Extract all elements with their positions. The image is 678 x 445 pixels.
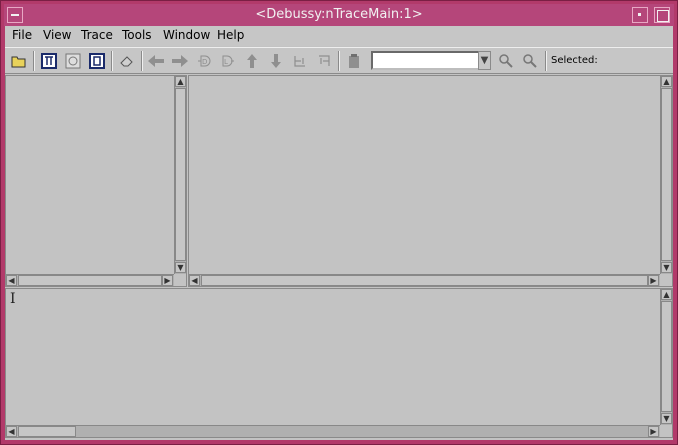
driver-icon: D (198, 55, 211, 67)
scroll-down-arrow-icon[interactable]: ▼ (661, 413, 672, 424)
toolbar-separator (338, 51, 340, 71)
selected-label: Selected: (551, 55, 598, 66)
toolbar-separator (111, 51, 113, 71)
scroll-left-arrow-icon[interactable]: ◀ (189, 275, 200, 286)
back-button[interactable] (146, 51, 166, 71)
scroll-thumb[interactable] (175, 88, 186, 261)
forward-button[interactable] (170, 51, 190, 71)
scroll-down-arrow-icon[interactable]: ▼ (661, 262, 672, 273)
trace-in-button[interactable] (290, 51, 310, 71)
scroll-thumb[interactable] (661, 88, 672, 261)
menu-bar: File View Trace Tools Window Help (5, 26, 673, 46)
hierarchy-pane[interactable]: ▲ ▼ ◀ ▶ (5, 75, 187, 287)
find-icon (499, 54, 513, 68)
application-window: <Debussy:nTraceMain:1> File View Trace T… (0, 0, 678, 445)
trace-out-icon (319, 55, 330, 66)
trace-out-button[interactable] (314, 51, 334, 71)
signal-vertical-scrollbar[interactable]: ▲ ▼ (660, 76, 672, 274)
signal-search-input[interactable] (371, 51, 491, 70)
scroll-down-arrow-icon[interactable]: ▼ (175, 262, 186, 273)
menu-help[interactable]: Help (217, 28, 244, 42)
trace-load-button[interactable]: L (218, 51, 238, 71)
toolbar: D L ▼ Selected: (5, 47, 673, 74)
source-icon (89, 53, 105, 69)
menu-view[interactable]: View (43, 28, 71, 42)
scroll-right-arrow-icon[interactable]: ▶ (162, 275, 173, 286)
scroll-thumb[interactable] (661, 301, 672, 412)
hierarchy-horizontal-scrollbar[interactable]: ◀ ▶ (6, 274, 174, 286)
source-text-pane[interactable]: ▲ ▼ ◀ ▶ (5, 288, 673, 438)
text-cursor-icon: I (10, 291, 16, 307)
up-button[interactable] (242, 51, 262, 71)
eraser-button[interactable] (117, 51, 137, 71)
window-title: <Debussy:nTraceMain:1> (255, 7, 423, 22)
schematic-view-button[interactable] (39, 51, 59, 71)
down-button[interactable] (266, 51, 286, 71)
title-bar[interactable]: <Debussy:nTraceMain:1> (4, 4, 674, 26)
find-button[interactable] (496, 51, 516, 71)
text-horizontal-scrollbar[interactable]: ◀ ▶ (6, 425, 660, 437)
folder-icon (11, 56, 26, 68)
waveform-view-button[interactable] (63, 51, 83, 71)
text-vertical-scrollbar[interactable]: ▲ ▼ (660, 289, 672, 425)
svg-text:D: D (202, 58, 207, 66)
right-arrow-icon (172, 55, 188, 67)
scroll-right-arrow-icon[interactable]: ▶ (648, 275, 659, 286)
scroll-thumb[interactable] (18, 275, 162, 286)
eraser-icon (120, 56, 133, 67)
open-folder-button[interactable] (9, 51, 29, 71)
scroll-left-arrow-icon[interactable]: ◀ (6, 426, 17, 437)
client-area: File View Trace Tools Window Help D L ▼ … (5, 26, 673, 440)
toolbar-separator (141, 51, 143, 71)
hierarchy-vertical-scrollbar[interactable]: ▲ ▼ (174, 76, 186, 274)
scroll-thumb[interactable] (18, 426, 76, 437)
clipboard-button[interactable] (344, 51, 364, 71)
schematic-icon (41, 53, 57, 69)
scroll-left-arrow-icon[interactable]: ◀ (6, 275, 17, 286)
trace-driver-button[interactable]: D (194, 51, 214, 71)
find-next-button[interactable] (520, 51, 540, 71)
signal-horizontal-scrollbar[interactable]: ◀ ▶ (189, 274, 660, 286)
combo-dropdown-button[interactable]: ▼ (478, 51, 491, 70)
toolbar-separator (545, 51, 547, 71)
menu-file[interactable]: File (12, 28, 32, 42)
svg-text:L: L (224, 58, 228, 66)
menu-tools[interactable]: Tools (122, 28, 152, 42)
scroll-up-arrow-icon[interactable]: ▲ (175, 76, 186, 87)
trace-in-icon (294, 56, 305, 67)
down-arrow-icon (271, 54, 281, 68)
signal-pane[interactable]: ▲ ▼ ◀ ▶ (188, 75, 673, 287)
maximize-button[interactable] (654, 7, 670, 23)
scroll-up-arrow-icon[interactable]: ▲ (661, 289, 672, 300)
waveform-icon (65, 53, 81, 69)
clipboard-icon (349, 54, 359, 68)
chevron-down-icon: ▼ (480, 55, 489, 66)
scroll-up-arrow-icon[interactable]: ▲ (661, 76, 672, 87)
load-icon: L (222, 55, 234, 67)
scroll-right-arrow-icon[interactable]: ▶ (648, 426, 659, 437)
find-next-icon (523, 54, 537, 68)
menu-trace[interactable]: Trace (81, 28, 113, 42)
toolbar-separator (33, 51, 35, 71)
menu-window[interactable]: Window (163, 28, 210, 42)
minimize-button[interactable] (632, 7, 648, 23)
up-arrow-icon (247, 54, 257, 68)
scroll-thumb[interactable] (201, 275, 648, 286)
source-view-button[interactable] (87, 51, 107, 71)
left-arrow-icon (148, 55, 164, 67)
